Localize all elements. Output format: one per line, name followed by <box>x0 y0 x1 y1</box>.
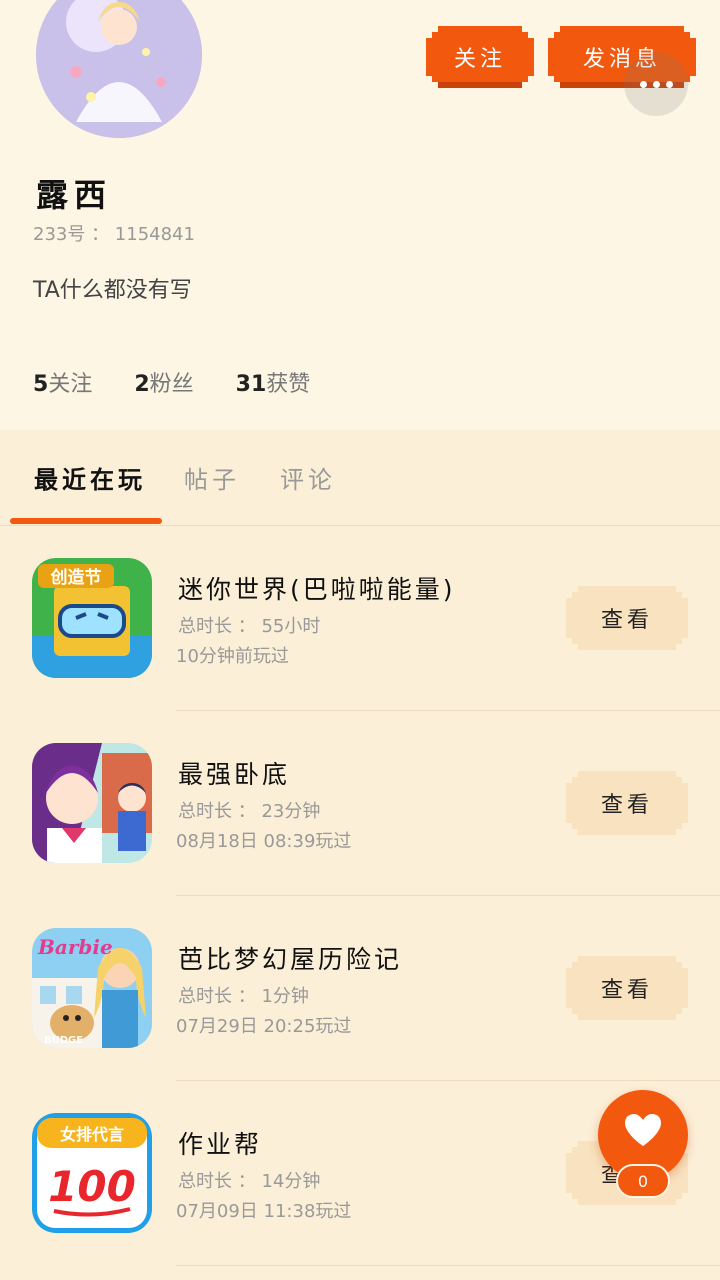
view-button[interactable]: 查看 <box>566 956 688 1020</box>
game-icon[interactable]: Barbie BUDGE <box>32 928 152 1048</box>
game-icon[interactable]: 女排代言 100 <box>32 1113 152 1233</box>
view-button[interactable]: 查看 <box>566 586 688 650</box>
avatar-image <box>36 0 202 138</box>
game-icon[interactable]: 创造节 <box>32 558 152 678</box>
game-last-played: 07月09日 11:38玩过 <box>176 1201 352 1222</box>
stat-fans-label: 粉丝 <box>149 372 194 397</box>
profile-tabs: 最近在玩 帖子 评论 <box>0 430 720 526</box>
stat-fans[interactable]: 2粉丝 <box>134 366 193 398</box>
user-id: 233号 ： 1154841 <box>33 224 195 245</box>
game-title: 最强卧底 <box>178 760 291 789</box>
game-icon-text: BUDGE <box>44 1035 83 1046</box>
username: 露西 <box>36 176 113 214</box>
active-tab-indicator <box>10 518 162 524</box>
more-dot-icon <box>639 80 647 88</box>
tab-posts[interactable]: 帖子 <box>184 460 240 495</box>
game-icon[interactable] <box>32 743 152 863</box>
divider <box>176 1265 720 1266</box>
tab-comments[interactable]: 评论 <box>280 460 336 495</box>
stat-likes-label: 获赞 <box>266 372 311 397</box>
stat-likes-count: 31 <box>235 372 267 397</box>
stat-following-count: 5 <box>33 372 49 397</box>
user-bio: TA什么都没有写 <box>33 278 192 303</box>
game-icon-text: 100 <box>48 1162 136 1211</box>
profile-header: 关注 发消息 露西 233号 ： 1154841 TA什么都没有写 5关注 2粉… <box>0 0 720 430</box>
follow-button[interactable]: 关注 <box>426 26 534 88</box>
game-icon-text: Barbie <box>37 935 113 959</box>
game-title: 作业帮 <box>178 1130 263 1159</box>
game-total-duration: 总时长 ： 55小时 <box>178 616 321 637</box>
stat-likes: 31获赞 <box>236 366 311 398</box>
more-options-button[interactable] <box>624 52 688 116</box>
stat-fans-count: 2 <box>134 372 150 397</box>
game-total-duration: 总时长 ： 1分钟 <box>178 986 309 1007</box>
list-item[interactable]: Barbie BUDGE 芭比梦幻屋历险记 总时长 ： 1分钟 07月29日 2… <box>0 896 720 1081</box>
game-total-duration: 总时长 ： 14分钟 <box>178 1171 321 1192</box>
game-last-played: 10分钟前玩过 <box>176 646 289 667</box>
more-dot-icon <box>665 80 673 88</box>
heart-icon <box>625 1114 661 1146</box>
game-last-played: 07月29日 20:25玩过 <box>176 1016 352 1037</box>
stat-following[interactable]: 5关注 <box>33 366 92 398</box>
stat-following-label: 关注 <box>48 372 93 397</box>
user-stats: 5关注 2粉丝 31获赞 <box>33 366 310 398</box>
list-item[interactable]: 最强卧底 总时长 ： 23分钟 08月18日 08:39玩过 查看 <box>0 711 720 896</box>
game-title: 芭比梦幻屋历险记 <box>178 945 403 974</box>
game-icon-text: 创造节 <box>50 567 102 588</box>
game-title: 迷你世界(巴啦啦能量) <box>178 575 456 604</box>
game-total-duration: 总时长 ： 23分钟 <box>178 801 321 822</box>
list-item[interactable]: 创造节 迷你世界(巴啦啦能量) 总时长 ： 55小时 10分钟前玩过 查看 <box>0 526 720 711</box>
like-count-badge: 0 <box>616 1164 670 1198</box>
view-button[interactable]: 查看 <box>566 771 688 835</box>
game-icon-text: 女排代言 <box>60 1125 124 1144</box>
more-dot-icon <box>652 80 660 88</box>
tab-recently-played[interactable]: 最近在玩 <box>34 460 146 495</box>
avatar[interactable] <box>36 0 202 138</box>
game-last-played: 08月18日 08:39玩过 <box>176 831 352 852</box>
